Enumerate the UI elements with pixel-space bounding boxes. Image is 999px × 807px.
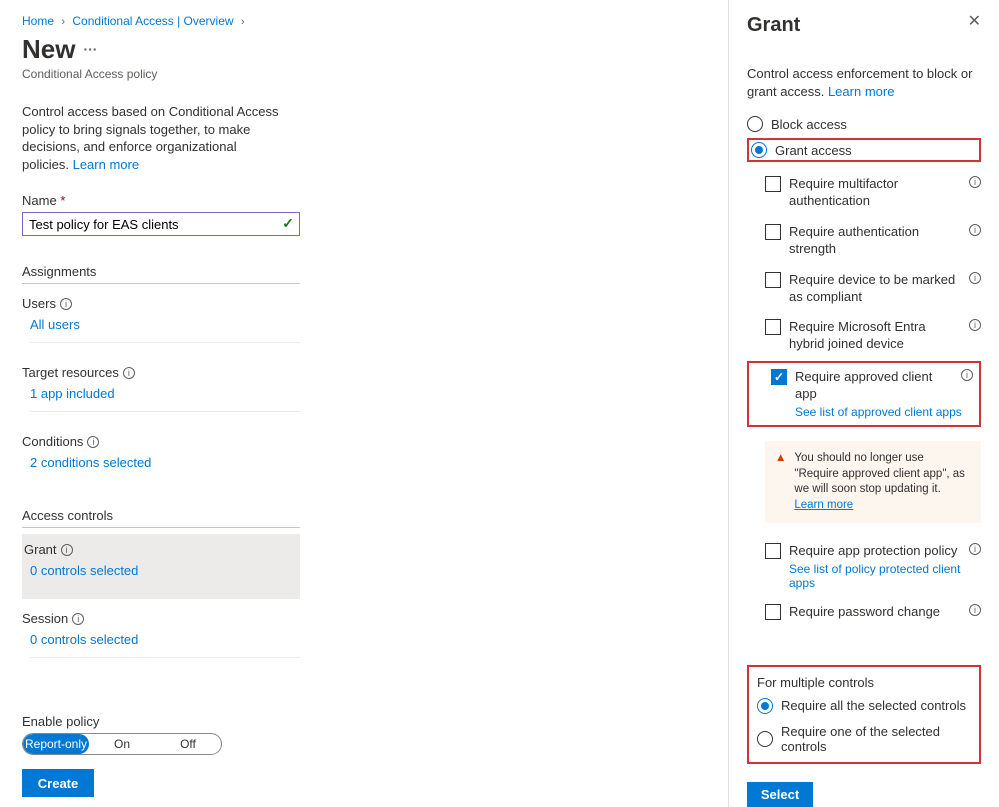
users-label: Users: [22, 296, 56, 311]
panel-description: Control access enforcement to block or g…: [747, 65, 981, 100]
assignments-heading: Assignments: [22, 264, 300, 284]
deprecation-warning: ▲ You should no longer use "Require appr…: [765, 441, 981, 523]
chevron-right-icon: ›: [61, 16, 65, 28]
users-value[interactable]: All users: [30, 317, 300, 343]
check-icon: ✓: [282, 215, 294, 232]
grant-access-radio[interactable]: Grant access: [751, 142, 852, 158]
more-actions-icon[interactable]: ···: [83, 41, 97, 57]
session-label: Session: [22, 611, 68, 626]
warning-icon: ▲: [775, 451, 786, 513]
info-icon[interactable]: i: [72, 613, 84, 625]
require-compliant-device-checkbox[interactable]: Require device to be marked as compliant…: [747, 272, 981, 306]
info-icon[interactable]: i: [60, 298, 72, 310]
info-icon[interactable]: i: [969, 604, 981, 616]
require-hybrid-joined-checkbox[interactable]: Require Microsoft Entra hybrid joined de…: [747, 319, 981, 353]
panel-learn-more-link[interactable]: Learn more: [828, 84, 894, 99]
info-icon[interactable]: i: [969, 543, 981, 555]
grant-value[interactable]: 0 controls selected: [30, 563, 300, 588]
grant-row[interactable]: Grant i 0 controls selected: [22, 534, 300, 598]
info-icon[interactable]: i: [969, 176, 981, 188]
info-icon[interactable]: i: [61, 544, 73, 556]
toggle-report-only[interactable]: Report-only: [23, 734, 89, 754]
require-app-protection-checkbox[interactable]: Require app protection policy i: [747, 543, 981, 560]
info-icon[interactable]: i: [969, 272, 981, 284]
name-label: Name *: [22, 193, 706, 208]
info-icon[interactable]: i: [969, 319, 981, 331]
warning-learn-more-link[interactable]: Learn more: [794, 499, 853, 511]
grant-label: Grant: [24, 542, 57, 557]
enable-policy-toggle[interactable]: Report-only On Off: [22, 733, 222, 755]
block-access-radio[interactable]: Block access: [747, 116, 981, 132]
panel-title: Grant: [747, 14, 800, 37]
close-icon[interactable]: ✕: [968, 14, 981, 30]
breadcrumb: Home › Conditional Access | Overview ›: [22, 14, 706, 28]
page-title: New···: [22, 34, 706, 65]
require-all-radio[interactable]: Require all the selected controls: [757, 698, 971, 714]
chevron-right-icon: ›: [241, 16, 245, 28]
require-one-radio[interactable]: Require one of the selected controls: [757, 724, 971, 754]
approved-apps-link[interactable]: See list of approved client apps: [795, 405, 973, 419]
multiple-controls-heading: For multiple controls: [757, 675, 971, 690]
info-icon[interactable]: i: [123, 367, 135, 379]
info-icon[interactable]: i: [969, 224, 981, 236]
toggle-off[interactable]: Off: [155, 734, 221, 754]
conditions-value[interactable]: 2 conditions selected: [30, 455, 300, 480]
select-button[interactable]: Select: [747, 782, 813, 807]
protected-apps-link[interactable]: See list of policy protected client apps: [789, 562, 981, 590]
enable-policy-label: Enable policy: [22, 714, 300, 729]
toggle-on[interactable]: On: [89, 734, 155, 754]
page-description: Control access based on Conditional Acce…: [22, 103, 282, 173]
info-icon[interactable]: i: [961, 369, 973, 381]
conditions-label: Conditions: [22, 434, 83, 449]
access-controls-heading: Access controls: [22, 508, 300, 528]
require-mfa-checkbox[interactable]: Require multifactor authentication i: [747, 176, 981, 210]
learn-more-link[interactable]: Learn more: [73, 157, 139, 172]
require-password-change-checkbox[interactable]: Require password change i: [747, 604, 981, 621]
require-approved-client-app-checkbox[interactable]: ✓Require approved client app i: [753, 369, 973, 403]
target-resources-value[interactable]: 1 app included: [30, 386, 300, 412]
info-icon[interactable]: i: [87, 436, 99, 448]
breadcrumb-conditional-access[interactable]: Conditional Access | Overview: [72, 14, 233, 28]
name-input[interactable]: [22, 212, 300, 236]
target-resources-label: Target resources: [22, 365, 119, 380]
breadcrumb-home[interactable]: Home: [22, 14, 54, 28]
page-subtitle: Conditional Access policy: [22, 67, 706, 81]
require-auth-strength-checkbox[interactable]: Require authentication strength i: [747, 224, 981, 258]
create-button[interactable]: Create: [22, 769, 94, 797]
session-value[interactable]: 0 controls selected: [30, 632, 300, 658]
